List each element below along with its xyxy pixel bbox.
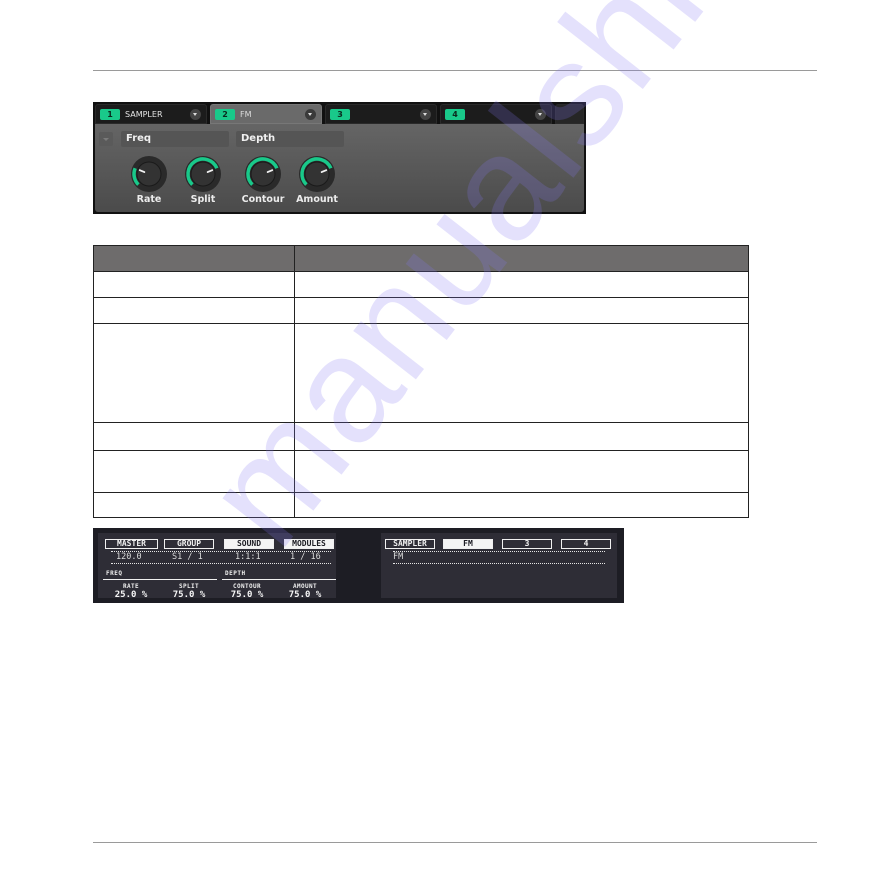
table-row xyxy=(93,271,749,298)
param-name-rate: RATE xyxy=(122,583,140,590)
header-rule xyxy=(93,70,817,71)
table-row xyxy=(93,297,749,324)
table-row xyxy=(93,492,749,518)
slot-number: 3 xyxy=(330,109,350,120)
section-underline xyxy=(222,579,336,580)
knob-label: Split xyxy=(190,194,216,205)
chevron-down-icon[interactable] xyxy=(420,109,431,120)
knob-cap xyxy=(190,161,216,187)
table-cell xyxy=(93,450,295,493)
table-cell xyxy=(294,271,749,298)
hw-value-scene: S1 / 1 xyxy=(172,552,203,562)
hw-tab-sound: SOUND xyxy=(224,539,274,549)
knob-contour[interactable]: Contour xyxy=(242,154,284,210)
table-row xyxy=(93,323,749,423)
param-value-contour: 75.0 % xyxy=(230,590,264,600)
slot-tabs: 1 SAMPLER 2 FM 3 4 xyxy=(93,102,586,124)
knob-amount[interactable]: Amount xyxy=(296,154,338,210)
slot-tab-1[interactable]: 1 SAMPLER xyxy=(95,104,207,124)
table-cell xyxy=(93,297,295,324)
chevron-down-icon[interactable] xyxy=(535,109,546,120)
param-value-rate: 25.0 % xyxy=(114,590,148,600)
hw-value-grid: 1 / 16 xyxy=(290,552,321,562)
slot-tab-4[interactable]: 4 xyxy=(440,104,552,124)
hw-slot-tab-1: SAMPLER xyxy=(385,539,435,549)
table-cell xyxy=(93,271,295,298)
chevron-down-icon[interactable] xyxy=(190,109,201,120)
hw-tab-master: MASTER xyxy=(105,539,158,549)
param-name-amount: AMOUNT xyxy=(292,583,318,590)
param-value-amount: 75.0 % xyxy=(288,590,322,600)
slot-label: SAMPLER xyxy=(125,110,163,119)
section-label-depth: DEPTH xyxy=(225,570,246,577)
column-header xyxy=(93,245,295,272)
param-value-split: 75.0 % xyxy=(172,590,206,600)
dotted-divider xyxy=(393,563,605,564)
dotted-divider xyxy=(111,563,331,564)
table-cell xyxy=(93,492,295,518)
group-label-depth: Depth xyxy=(236,131,344,147)
hw-slot-tab-3: 3 xyxy=(502,539,552,549)
slot-number: 4 xyxy=(445,109,465,120)
right-screen: SAMPLER FM 3 4 FM xyxy=(381,533,617,598)
table-cell xyxy=(294,297,749,324)
knob-cap xyxy=(250,161,276,187)
hardware-display: MASTER GROUP SOUND MODULES 120.0 S1 / 1 … xyxy=(93,528,624,603)
chevron-down-icon[interactable] xyxy=(305,109,316,120)
group-label-freq: Freq xyxy=(121,131,229,147)
slot-label: FM xyxy=(240,110,252,119)
column-header xyxy=(294,245,749,272)
knob-label: Contour xyxy=(241,194,285,205)
hw-slot-tab-4: 4 xyxy=(561,539,611,549)
module-panel: 1 SAMPLER 2 FM 3 4 Freq Depth Rate Split… xyxy=(93,102,586,214)
table-header-row xyxy=(93,245,749,272)
section-underline xyxy=(103,579,217,580)
hw-tab-group: GROUP xyxy=(164,539,214,549)
knob-split[interactable]: Split xyxy=(183,154,223,210)
dotted-divider xyxy=(393,551,605,552)
table-cell xyxy=(294,422,749,451)
slot-tab-2[interactable]: 2 FM xyxy=(210,104,322,124)
knob-cap xyxy=(136,161,162,187)
hw-value-position: 1:1:1 xyxy=(235,552,261,562)
section-label-freq: FREQ xyxy=(106,570,123,577)
slot-tab-3[interactable]: 3 xyxy=(325,104,437,124)
knob-label: Amount xyxy=(296,194,338,205)
knob-cap xyxy=(304,161,330,187)
hw-tab-modules: MODULES xyxy=(284,539,334,549)
table-cell xyxy=(93,323,295,423)
param-name-contour: CONTOUR xyxy=(232,583,262,590)
slot-number: 2 xyxy=(215,109,235,120)
knob-label: Rate xyxy=(136,194,162,205)
table-cell xyxy=(294,450,749,493)
table-cell xyxy=(294,323,749,423)
page-selector-button[interactable] xyxy=(99,132,113,146)
table-row xyxy=(93,450,749,493)
table-cell xyxy=(93,422,295,451)
slot-number: 1 xyxy=(100,109,120,120)
slot-tab-empty[interactable] xyxy=(555,104,584,124)
hw-value-tempo: 120.0 xyxy=(116,552,142,562)
left-screen: MASTER GROUP SOUND MODULES 120.0 S1 / 1 … xyxy=(98,533,336,600)
hw-slot-tab-2: FM xyxy=(443,539,493,549)
table-row xyxy=(93,422,749,451)
param-name-split: SPLIT xyxy=(178,583,200,590)
table-cell xyxy=(294,492,749,518)
module-body: Freq Depth Rate Split Contour Amount xyxy=(95,124,584,212)
hw-value-module: FM xyxy=(393,552,404,562)
parameter-table xyxy=(93,245,749,518)
footer-rule xyxy=(93,842,817,843)
knob-rate[interactable]: Rate xyxy=(129,154,169,210)
